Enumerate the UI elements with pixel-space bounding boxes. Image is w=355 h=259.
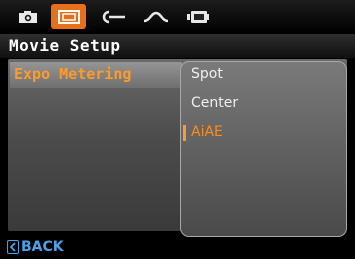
menu-item-expo-metering[interactable]: Expo Metering xyxy=(10,62,182,88)
footer-bar: BACK xyxy=(0,237,355,259)
camera-menu-screen: Movie Setup Expo Metering Spot Center Ai… xyxy=(0,0,355,259)
options-submenu: Spot Center AiAE xyxy=(180,61,347,237)
back-label[interactable]: BACK xyxy=(21,239,64,255)
camera-icon xyxy=(19,10,37,23)
page-title: Movie Setup xyxy=(9,36,121,55)
tab-setup[interactable] xyxy=(98,4,130,29)
selection-marker xyxy=(183,125,186,141)
movie-icon xyxy=(57,9,80,24)
option-center[interactable]: Center xyxy=(191,95,238,111)
wave-icon xyxy=(143,11,169,22)
option-aiae[interactable]: AiAE xyxy=(191,124,223,140)
option-spot[interactable]: Spot xyxy=(191,66,223,82)
left-arrow-icon xyxy=(9,242,16,252)
key-icon xyxy=(102,10,125,23)
tab-power[interactable] xyxy=(183,4,213,29)
battery-connect-icon xyxy=(187,10,209,23)
mode-tab-bar xyxy=(0,0,355,33)
tab-camera[interactable] xyxy=(14,4,42,29)
title-bar: Movie Setup xyxy=(0,34,355,58)
tab-movie[interactable] xyxy=(51,4,86,29)
menu-item-label: Expo Metering xyxy=(14,65,132,83)
back-key[interactable] xyxy=(7,240,19,254)
tab-effects[interactable] xyxy=(140,4,172,29)
